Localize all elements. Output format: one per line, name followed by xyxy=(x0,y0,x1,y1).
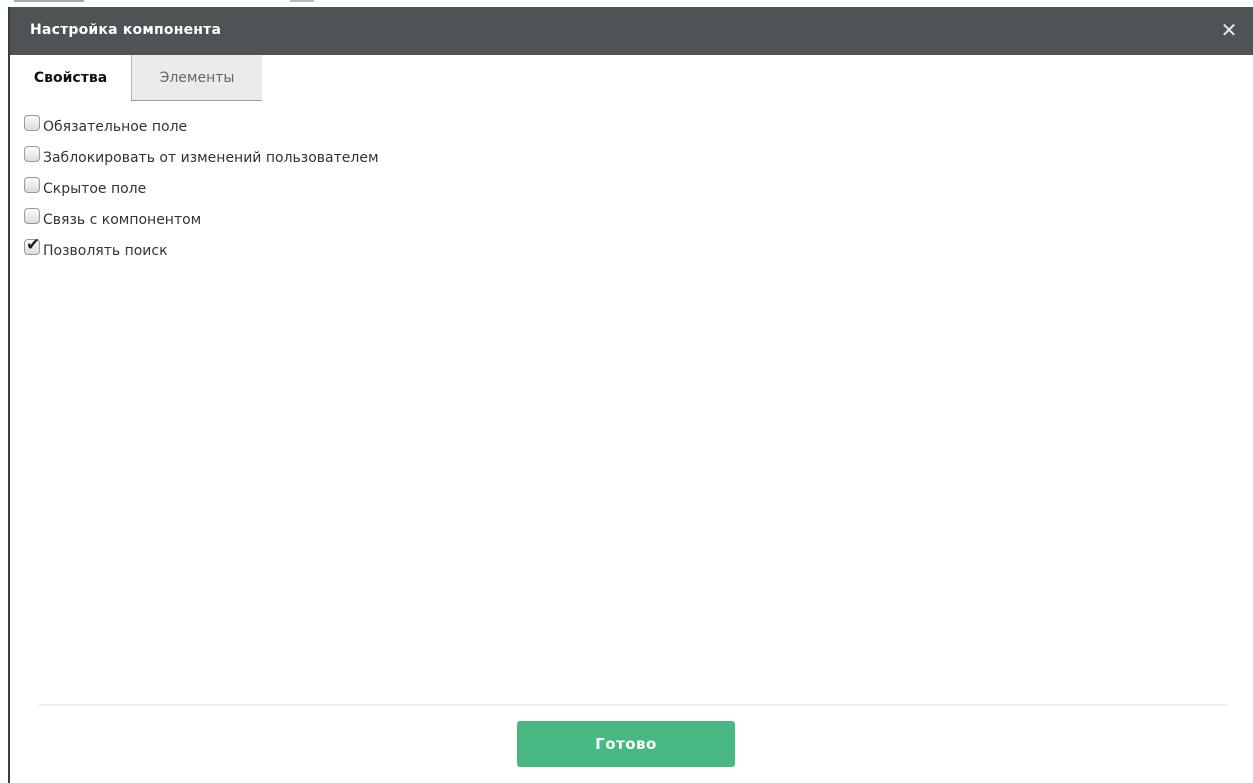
dialog-title: Настройка компонента xyxy=(30,22,222,38)
dialog-titlebar: Настройка компонента ✕ xyxy=(10,7,1253,55)
background-page-edge xyxy=(0,0,1253,7)
checkbox[interactable] xyxy=(24,146,40,162)
background-text-fragment xyxy=(14,0,84,2)
footer-divider xyxy=(38,704,1228,706)
checkbox[interactable] xyxy=(24,115,40,131)
tab-bar: Свойства Элементы xyxy=(10,55,1253,102)
checkbox[interactable] xyxy=(24,177,40,193)
close-icon[interactable]: ✕ xyxy=(1217,18,1241,42)
checkbox[interactable] xyxy=(24,208,40,224)
option-label: Обязательное поле xyxy=(43,119,188,135)
tab-properties[interactable]: Свойства xyxy=(10,55,132,102)
checkmark-icon: ✔ xyxy=(26,235,41,255)
option-label: Скрытое поле xyxy=(43,181,147,197)
option-label: Позволять поиск xyxy=(43,243,168,259)
done-button[interactable]: Готово xyxy=(517,721,735,767)
background-text-fragment xyxy=(290,0,314,2)
tab-elements[interactable]: Элементы xyxy=(132,55,262,101)
checkbox-checked[interactable]: ✔ xyxy=(24,235,40,255)
option-label: Заблокировать от изменений пользователем xyxy=(43,150,379,166)
option-label: Связь с компонентом xyxy=(43,212,202,228)
component-settings-dialog: Настройка компонента ✕ Свойства Элементы… xyxy=(8,7,1253,783)
